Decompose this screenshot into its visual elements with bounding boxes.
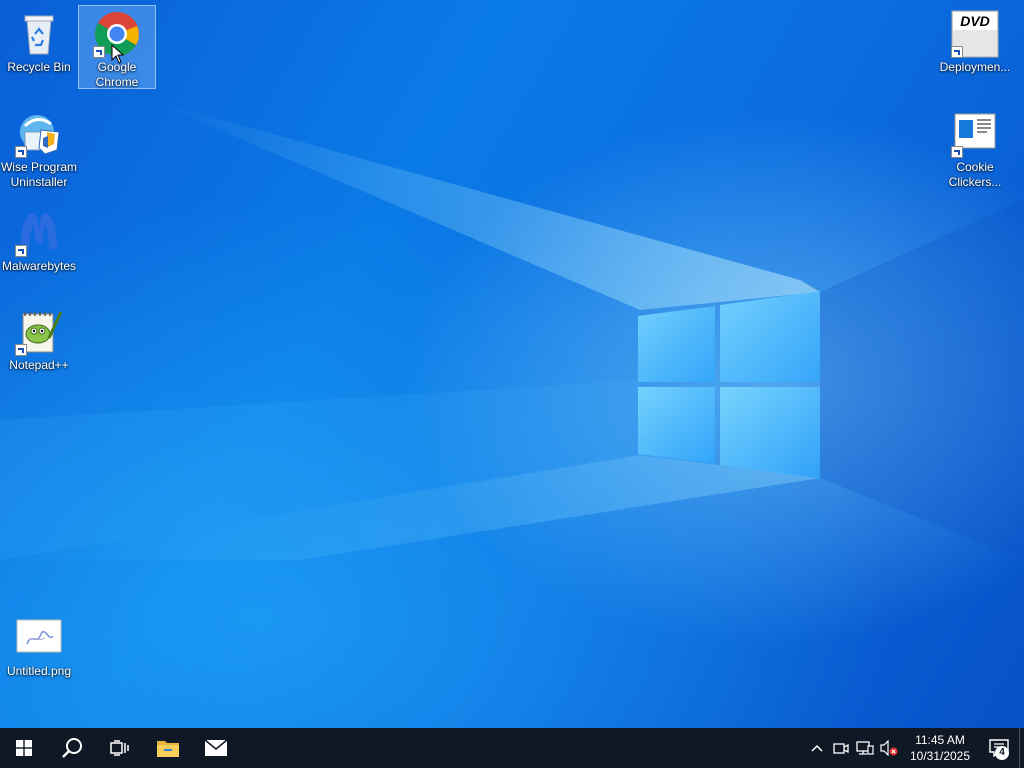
notepadpp-icon (15, 308, 63, 356)
task-view-icon (110, 740, 129, 756)
desktop-icon-label: Wise Program Uninstaller (0, 160, 77, 189)
shortcut-arrow-icon (15, 344, 27, 356)
volume-button[interactable] (877, 728, 901, 768)
desktop-icon-untitled-png[interactable]: Untitled.png (0, 610, 78, 694)
clock-date: 10/31/2025 (909, 749, 971, 763)
search-icon (62, 738, 82, 758)
shortcut-arrow-icon (93, 46, 105, 58)
start-button[interactable] (0, 728, 48, 768)
shortcut-arrow-icon (15, 245, 27, 257)
shortcut-arrow-icon (951, 46, 963, 58)
mouse-cursor-icon (111, 44, 125, 64)
image-file-icon (15, 614, 63, 662)
show-hidden-icons-button[interactable] (805, 728, 829, 768)
desktop-icon-label: Notepad++ (9, 358, 69, 372)
desktop-icon-wise-program-uninstaller[interactable]: Wise Program Uninstaller (0, 106, 78, 190)
meet-now-icon (833, 743, 849, 754)
network-button[interactable] (853, 728, 877, 768)
desktop-icon-label: Malwarebytes (1, 259, 77, 273)
desktop-icon-cookie-clickers[interactable]: Cookie Clickers... (936, 106, 1014, 190)
malwarebytes-icon (15, 209, 63, 257)
volume-muted-icon (880, 740, 898, 756)
svg-text:DVD: DVD (960, 13, 990, 29)
clock-time: 11:45 AM (915, 733, 965, 747)
desktop-icon-label: Untitled.png (6, 664, 72, 678)
folder-icon (157, 741, 179, 757)
desktop-icon-label: Recycle Bin (7, 60, 71, 74)
desktop-icon-malwarebytes[interactable]: Malwarebytes (0, 205, 78, 289)
action-center-button[interactable]: 4 (979, 728, 1019, 768)
taskbar: 11:45 AM 10/31/2025 4 (0, 728, 1024, 768)
desktop-icon-recycle-bin[interactable]: Recycle Bin (0, 6, 78, 90)
file-explorer-button[interactable] (144, 728, 192, 768)
network-icon (856, 741, 874, 755)
mail-icon (204, 739, 228, 756)
windows-start-icon (16, 740, 32, 756)
system-tray: 11:45 AM 10/31/2025 4 (805, 728, 1024, 768)
wise-uninstaller-icon (15, 110, 63, 158)
desktop-icon-label: Deploymen... (939, 60, 1011, 74)
shortcut-arrow-icon (951, 146, 963, 158)
desktop-icon-deployment[interactable]: DVD Deploymen... (936, 6, 1014, 90)
desktop-icon-label: Cookie Clickers... (948, 160, 1002, 189)
mail-button[interactable] (192, 728, 240, 768)
chevron-up-icon (811, 744, 823, 752)
wallpaper-windows-logo (638, 291, 820, 479)
shortcut-arrow-icon (15, 146, 27, 158)
desktop-icon-notepadpp[interactable]: Notepad++ (0, 304, 78, 388)
recycle-bin-icon (15, 10, 63, 58)
desktop-icon-label: Google Chrome (95, 60, 139, 89)
meet-now-button[interactable] (829, 728, 853, 768)
cookie-clickers-icon (951, 110, 999, 158)
wallpaper-light-beams (0, 100, 1024, 560)
desktop[interactable]: Recycle Bin Google Chrome Wise Program U… (0, 0, 1024, 728)
task-view-button[interactable] (96, 728, 144, 768)
show-desktop-button[interactable] (1019, 728, 1024, 768)
notification-count-badge: 4 (995, 746, 1009, 760)
clock[interactable]: 11:45 AM 10/31/2025 (901, 728, 979, 768)
search-button[interactable] (48, 728, 96, 768)
dvd-icon: DVD (951, 10, 999, 58)
